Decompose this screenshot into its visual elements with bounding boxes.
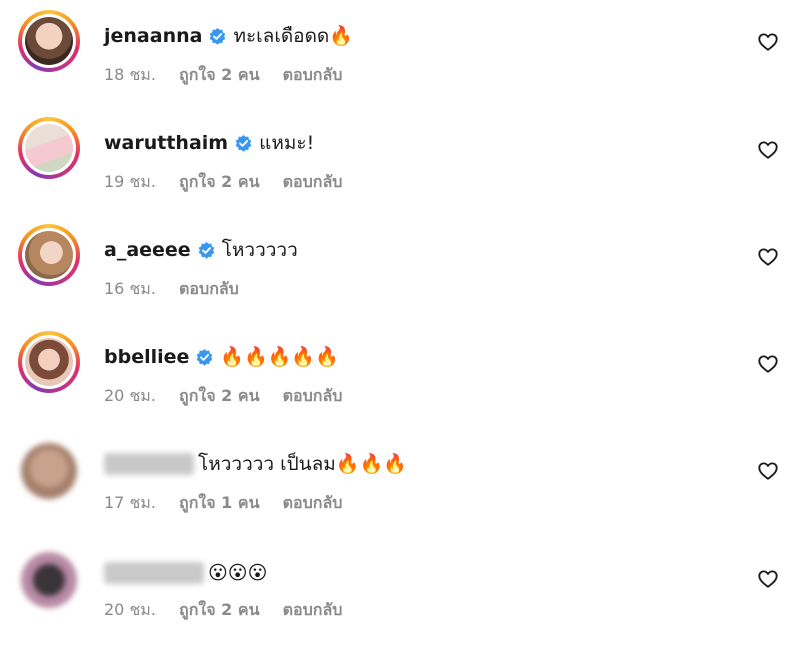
comment-timestamp: 20 ชม. [104,386,156,405]
comment-timestamp: 18 ชม. [104,65,156,84]
likes-count-link[interactable]: ถูกใจ 2 คน [179,386,259,405]
comment-timestamp: 20 ชม. [104,600,156,619]
avatar[interactable] [18,117,80,179]
comment-timestamp: 19 ชม. [104,172,156,191]
avatar[interactable] [18,10,80,72]
comment-username[interactable]: bbelliee [104,344,189,370]
heart-icon[interactable] [757,246,779,268]
comment-text: 😮😮😮 [208,562,268,584]
likes-count-link[interactable]: ถูกใจ 2 คน [179,172,259,191]
heart-icon[interactable] [757,31,779,53]
comment-text: 🔥🔥🔥🔥🔥 [220,346,339,368]
heart-icon[interactable] [757,568,779,590]
verified-badge-icon [235,134,252,152]
heart-icon[interactable] [757,139,779,161]
verified-badge-icon [198,241,214,259]
comment-text: โหววววว เป็นลม🔥🔥🔥 [198,453,407,475]
blurred-username [104,562,204,584]
avatar[interactable] [18,549,80,611]
likes-count-link[interactable]: ถูกใจ 2 คน [179,600,259,619]
comment-text: แหมะ! [259,132,315,154]
comment-item: jenaanna ทะเลเดือดด🔥 18 ชม. ถูกใจ 2 คน ต… [0,0,800,100]
comment-item: bbelliee 🔥🔥🔥🔥🔥 20 ชม. ถูกใจ 2 คน ตอบกลับ [0,321,800,421]
avatar[interactable] [18,331,80,393]
reply-button[interactable]: ตอบกลับ [283,172,343,191]
blurred-username [104,453,194,475]
comment-text: โหววววว [221,239,298,261]
heart-icon[interactable] [757,353,779,375]
reply-button[interactable]: ตอบกลับ [283,493,343,512]
comment-timestamp: 16 ชม. [104,279,156,298]
reply-button[interactable]: ตอบกลับ [283,386,343,405]
reply-button[interactable]: ตอบกลับ [179,279,239,298]
likes-count-link[interactable]: ถูกใจ 2 คน [179,65,259,84]
avatar[interactable] [18,440,80,502]
comment-username[interactable]: jenaanna [104,23,202,49]
comment-item: warutthaim แหมะ! 19 ชม. ถูกใจ 2 คน ตอบกล… [0,107,800,207]
comment-text: ทะเลเดือดด🔥 [233,25,353,47]
likes-count-link[interactable]: ถูกใจ 1 คน [179,493,259,512]
comment-timestamp: 17 ชม. [104,493,156,512]
heart-icon[interactable] [757,460,779,482]
avatar[interactable] [18,224,80,286]
comment-username[interactable]: a_aeeee [104,237,191,263]
comment-username[interactable]: warutthaim [104,130,228,156]
comment-item: 😮😮😮 20 ชม. ถูกใจ 2 คน ตอบกลับ [0,535,800,635]
verified-badge-icon [210,27,226,45]
reply-button[interactable]: ตอบกลับ [283,600,343,619]
comment-item: a_aeeee โหววววว 16 ชม. ตอบกลับ [0,214,800,314]
reply-button[interactable]: ตอบกลับ [283,65,343,84]
comment-item: โหววววว เป็นลม🔥🔥🔥 17 ชม. ถูกใจ 1 คน ตอบก… [0,428,800,528]
verified-badge-icon [197,348,213,366]
